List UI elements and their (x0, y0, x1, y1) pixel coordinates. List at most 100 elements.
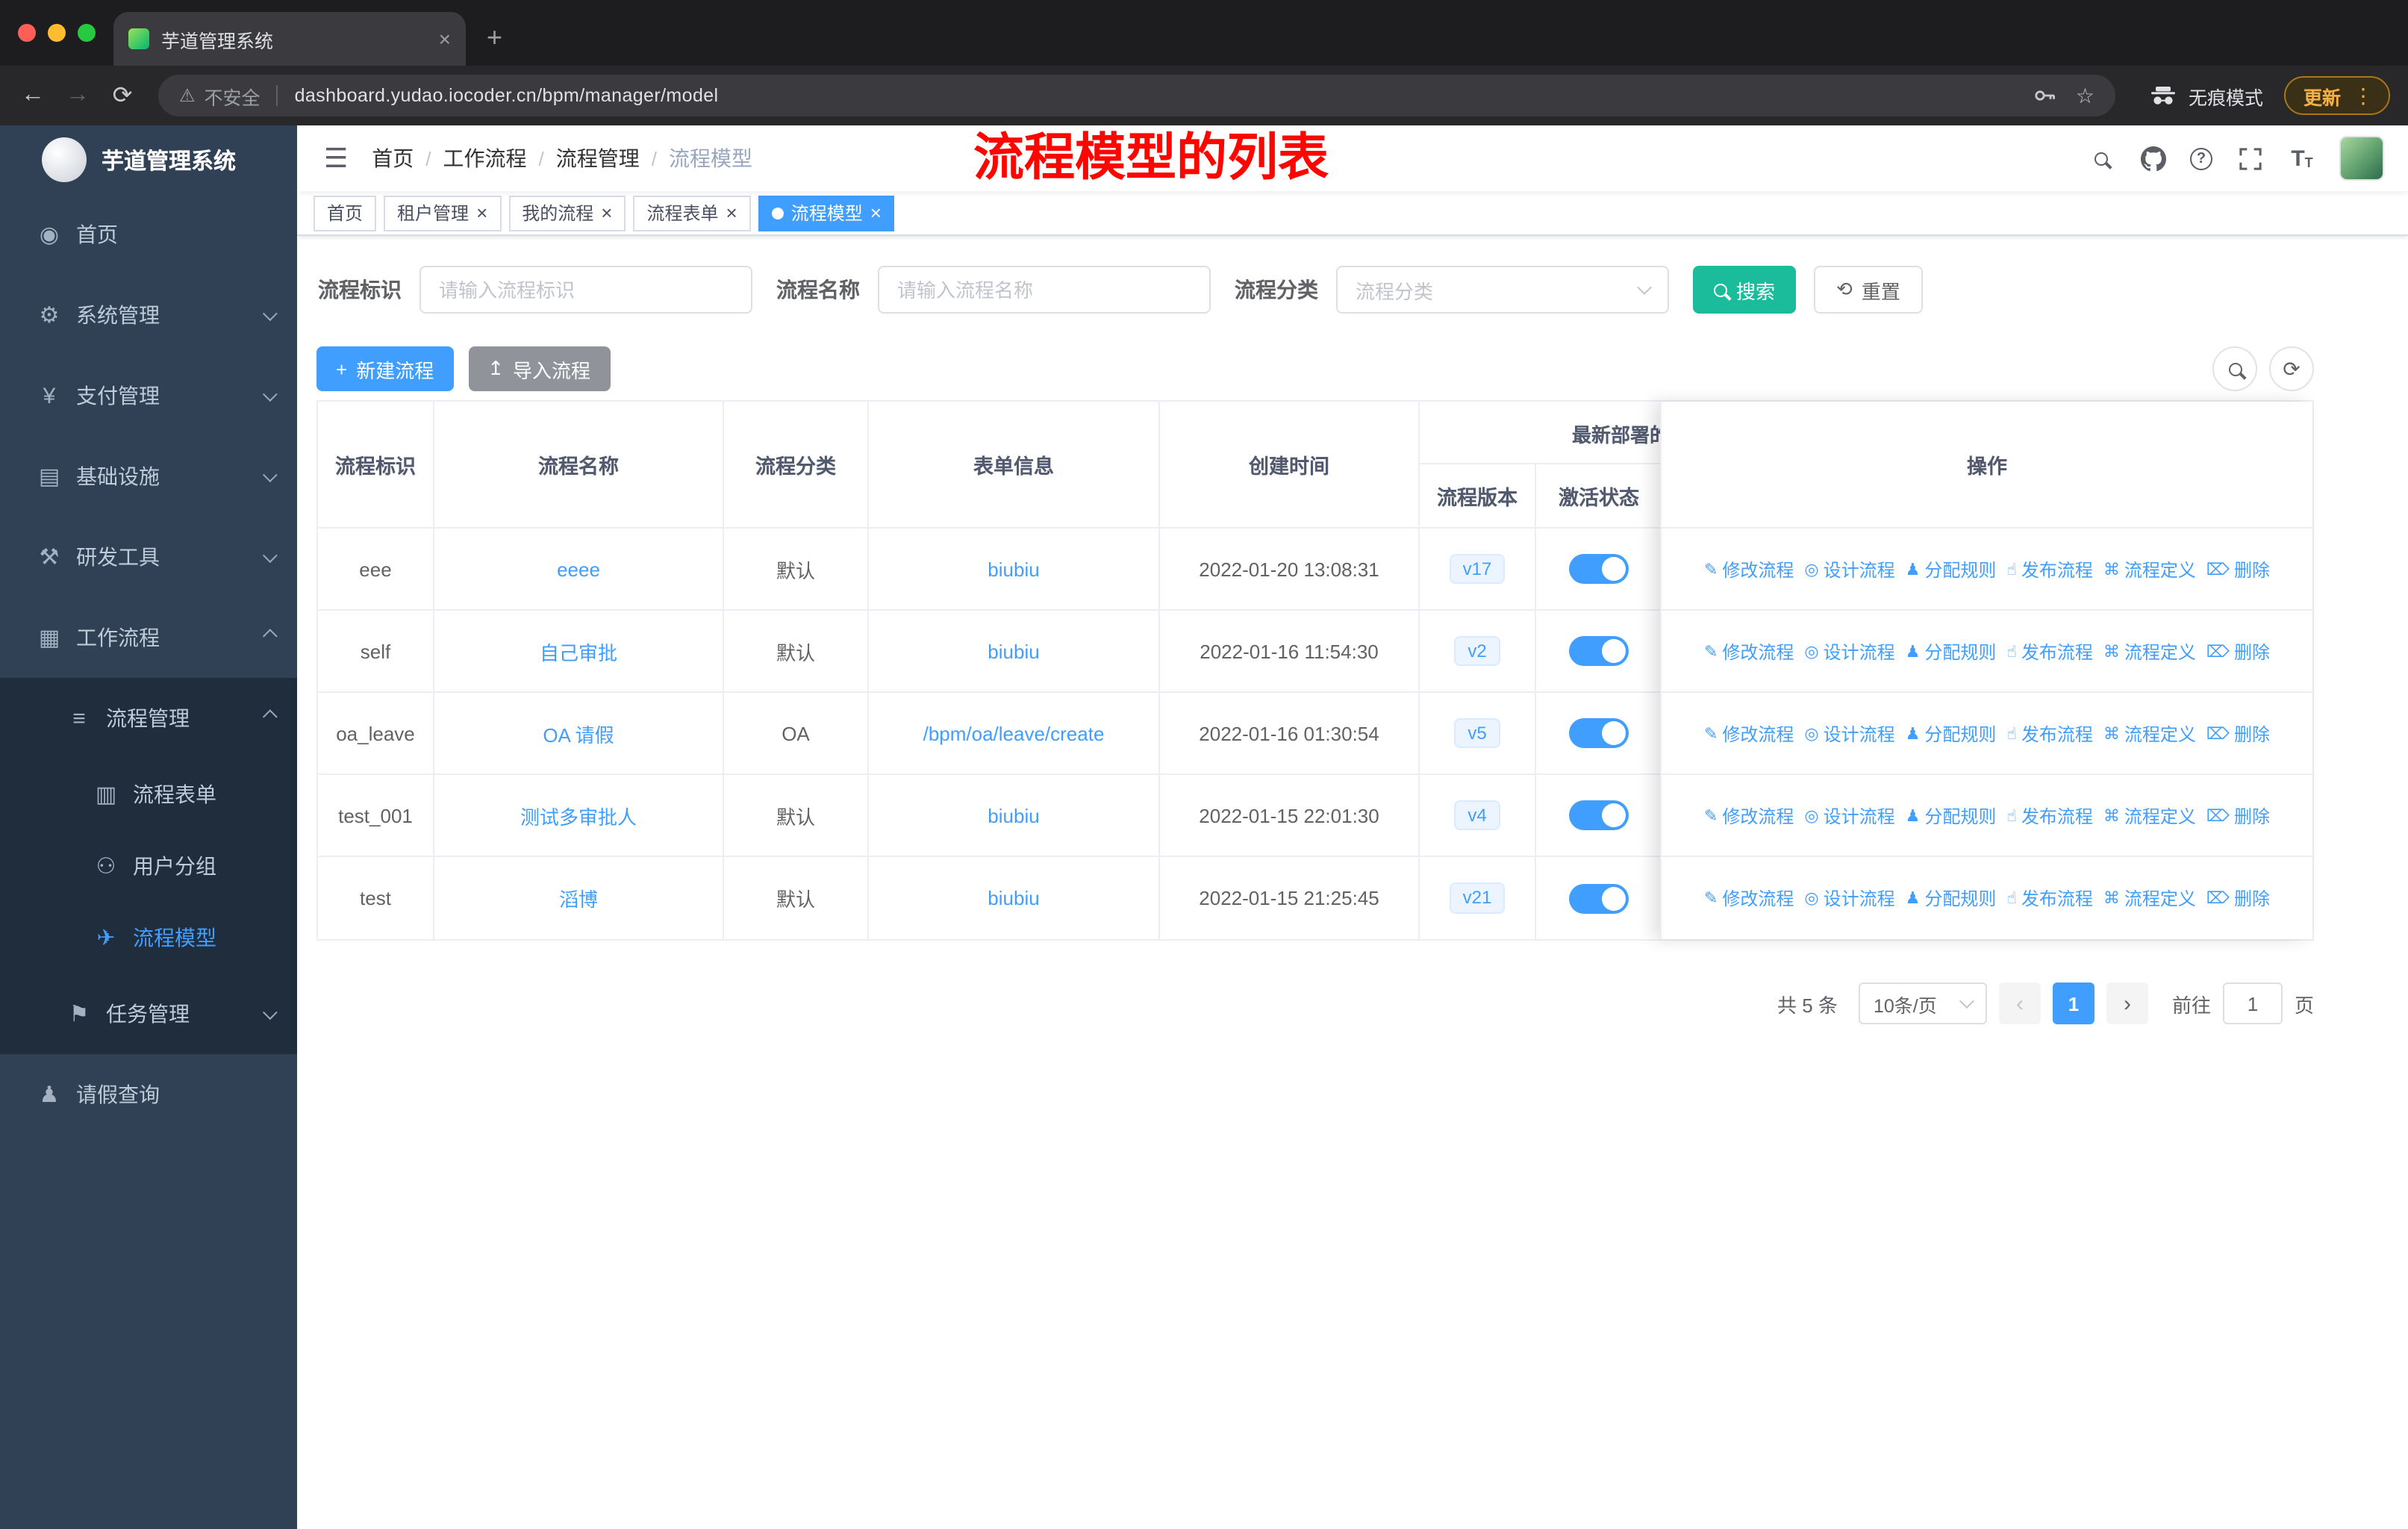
user-avatar[interactable] (2339, 136, 2384, 181)
action-definition-link[interactable]: ⌘ 流程定义 (2103, 885, 2196, 911)
help-icon[interactable]: ? (2190, 147, 2212, 169)
process-name-link[interactable]: eeee (557, 558, 600, 580)
breadcrumb-item[interactable]: 工作流程 (443, 143, 527, 173)
action-delete-link[interactable]: ⌦ 删除 (2206, 803, 2270, 828)
sidebar-item-workflow[interactable]: ▦ 工作流程 (0, 597, 297, 678)
tag-view[interactable]: 流程模型 × (758, 195, 895, 231)
sidebar-item-process-model[interactable]: ✈ 流程模型 (0, 902, 297, 974)
action-assign-link[interactable]: ♟ 分配规则 (1906, 885, 1997, 911)
tab-close-icon[interactable]: × (439, 27, 451, 51)
breadcrumb-item[interactable]: 首页 (372, 143, 414, 173)
action-definition-link[interactable]: ⌘ 流程定义 (2103, 638, 2196, 664)
process-name-link[interactable]: 滔博 (559, 884, 598, 912)
sidebar-item-home[interactable]: ◉ 首页 (0, 194, 297, 275)
active-toggle[interactable] (1569, 800, 1629, 830)
incognito-badge[interactable]: 无痕模式 (2130, 81, 2281, 110)
action-design-link[interactable]: ◎ 设计流程 (1804, 885, 1894, 911)
action-definition-link[interactable]: ⌘ 流程定义 (2103, 556, 2196, 582)
browser-tab[interactable]: 芋道管理系统 × (113, 12, 466, 66)
password-key-icon[interactable] (2034, 84, 2058, 108)
action-edit-link[interactable]: ✎ 修改流程 (1704, 556, 1794, 582)
form-info-link[interactable]: biubiu (988, 640, 1039, 662)
action-assign-link[interactable]: ♟ 分配规则 (1906, 638, 1997, 664)
sidebar-item-process-form[interactable]: ▥ 流程表单 (0, 759, 297, 830)
process-key-input[interactable] (419, 266, 752, 314)
action-design-link[interactable]: ◎ 设计流程 (1804, 638, 1894, 664)
action-delete-link[interactable]: ⌦ 删除 (2206, 885, 2270, 911)
active-toggle[interactable] (1569, 554, 1629, 584)
action-edit-link[interactable]: ✎ 修改流程 (1704, 885, 1794, 911)
next-page-button[interactable]: › (2106, 983, 2148, 1024)
process-name-input[interactable] (878, 266, 1211, 314)
forward-button[interactable]: → (57, 75, 99, 116)
action-publish-link[interactable]: ☝ 发布流程 (2006, 720, 2092, 746)
action-design-link[interactable]: ◎ 设计流程 (1804, 720, 1894, 746)
github-icon[interactable] (2138, 143, 2168, 173)
action-design-link[interactable]: ◎ 设计流程 (1804, 556, 1894, 582)
address-bar[interactable]: ⚠ 不安全 dashboard.yudao.iocoder.cn/bpm/man… (158, 75, 2115, 116)
font-size-icon[interactable]: T (2287, 143, 2317, 173)
action-design-link[interactable]: ◎ 设计流程 (1804, 803, 1894, 828)
search-icon[interactable] (2086, 143, 2115, 173)
tag-close-icon[interactable]: × (870, 203, 882, 222)
form-info-link[interactable]: biubiu (988, 558, 1039, 580)
close-window-button[interactable] (18, 24, 36, 42)
sidebar-item-process-mgmt[interactable]: ≡ 流程管理 (0, 678, 297, 759)
action-definition-link[interactable]: ⌘ 流程定义 (2103, 803, 2196, 828)
reload-button[interactable]: ⟳ (102, 75, 143, 116)
tag-view[interactable]: 租户管理 × (384, 195, 502, 231)
form-info-link[interactable]: biubiu (988, 804, 1039, 826)
action-edit-link[interactable]: ✎ 修改流程 (1704, 803, 1794, 828)
tag-view[interactable]: 我的流程 × (508, 195, 626, 231)
action-assign-link[interactable]: ♟ 分配规则 (1906, 720, 1997, 746)
action-delete-link[interactable]: ⌦ 删除 (2206, 638, 2270, 664)
process-name-link[interactable]: OA 请假 (543, 719, 614, 747)
action-publish-link[interactable]: ☝ 发布流程 (2006, 556, 2092, 582)
tag-view[interactable]: 流程表单 × (633, 195, 751, 231)
action-publish-link[interactable]: ☝ 发布流程 (2006, 885, 2092, 911)
tag-close-icon[interactable]: × (476, 203, 487, 222)
active-toggle[interactable] (1569, 718, 1629, 748)
form-info-link[interactable]: /bpm/oa/leave/create (923, 722, 1105, 744)
maximize-window-button[interactable] (78, 24, 96, 42)
process-name-link[interactable]: 测试多审批人 (520, 801, 637, 829)
form-info-link[interactable]: biubiu (988, 887, 1039, 909)
action-publish-link[interactable]: ☝ 发布流程 (2006, 638, 2092, 664)
fullscreen-icon[interactable] (2235, 143, 2265, 173)
new-tab-button[interactable]: + (487, 22, 502, 54)
sidebar-toggle-icon[interactable]: ☰ (324, 143, 348, 174)
update-button[interactable]: 更新 ⋮ (2283, 76, 2390, 115)
action-edit-link[interactable]: ✎ 修改流程 (1704, 720, 1794, 746)
search-button[interactable]: 搜索 (1693, 266, 1797, 314)
sidebar-item-infrastructure[interactable]: ▤ 基础设施 (0, 436, 297, 517)
breadcrumb-item[interactable]: 流程管理 (556, 143, 640, 173)
tag-view[interactable]: 首页 (314, 195, 377, 231)
process-name-link[interactable]: 自己审批 (540, 637, 617, 665)
page-size-select[interactable]: 10条/页 (1858, 983, 1987, 1024)
prev-page-button[interactable]: ‹ (1998, 983, 2041, 1024)
create-process-button[interactable]: + 新建流程 (316, 346, 454, 391)
action-assign-link[interactable]: ♟ 分配规则 (1906, 556, 1997, 582)
category-select[interactable]: 流程分类 (1336, 266, 1669, 314)
action-publish-link[interactable]: ☝ 发布流程 (2006, 803, 2092, 828)
sidebar-item-user-group[interactable]: ⚇ 用户分组 (0, 830, 297, 902)
action-delete-link[interactable]: ⌦ 删除 (2206, 720, 2270, 746)
goto-page-input[interactable] (2222, 983, 2283, 1024)
sidebar-item-payment[interactable]: ¥ 支付管理 (0, 355, 297, 436)
sidebar-item-task-mgmt[interactable]: ⚑ 任务管理 (0, 974, 297, 1054)
back-button[interactable]: ← (12, 75, 54, 116)
sidebar-item-devtools[interactable]: ⚒ 研发工具 (0, 517, 297, 597)
sidebar-item-system[interactable]: ⚙ 系统管理 (0, 275, 297, 355)
tag-close-icon[interactable]: × (601, 203, 612, 222)
active-toggle[interactable] (1569, 883, 1629, 913)
minimize-window-button[interactable] (48, 24, 66, 42)
refresh-table-button[interactable]: ⟳ (2269, 346, 2314, 391)
action-assign-link[interactable]: ♟ 分配规则 (1906, 803, 1997, 828)
tag-close-icon[interactable]: × (726, 203, 737, 222)
action-definition-link[interactable]: ⌘ 流程定义 (2103, 720, 2196, 746)
active-toggle[interactable] (1569, 636, 1629, 666)
import-process-button[interactable]: ↥ 导入流程 (468, 346, 611, 391)
page-button-1[interactable]: 1 (2052, 983, 2094, 1024)
reset-button[interactable]: ⟲ 重置 (1814, 266, 1923, 314)
action-delete-link[interactable]: ⌦ 删除 (2206, 556, 2270, 582)
